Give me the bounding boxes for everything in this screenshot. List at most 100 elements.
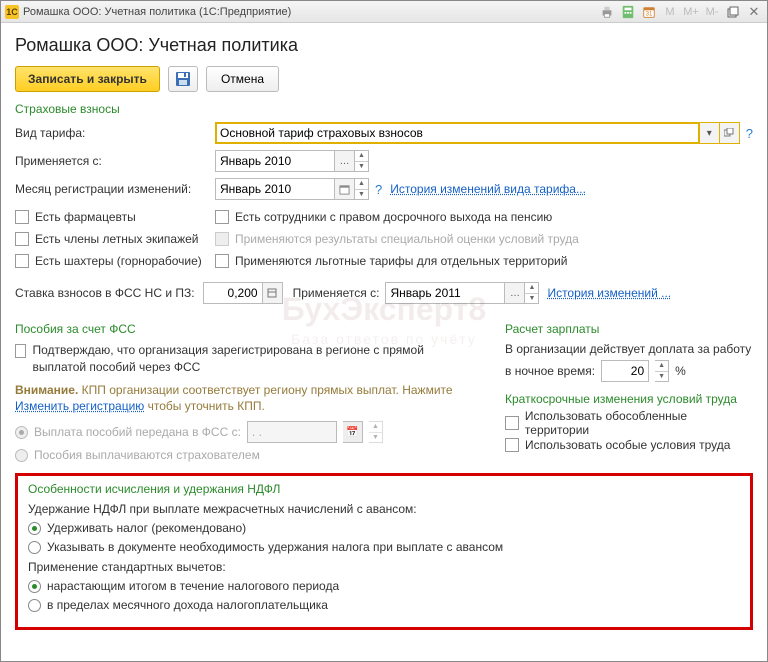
fss-applies-spinner[interactable]: ▲▼ <box>525 282 539 304</box>
night-spinner[interactable]: ▲▼ <box>655 360 669 382</box>
reg-month-spinner[interactable]: ▲▼ <box>355 178 369 200</box>
save-button[interactable] <box>168 66 198 92</box>
radio-monthly[interactable] <box>28 599 41 612</box>
tariff-input[interactable] <box>215 122 700 144</box>
applies-from-spinner[interactable]: ▲▼ <box>355 150 369 172</box>
svg-text:31: 31 <box>646 10 653 17</box>
chk-fss-confirm[interactable] <box>15 344 26 358</box>
app-window: 1C Ромашка ООО: Учетная политика (1С:Пре… <box>0 0 768 662</box>
insurance-section-title: Страховые взносы <box>15 102 753 116</box>
tariff-help[interactable]: ? <box>746 126 753 141</box>
radio-insurer-label: Пособия выплачиваются страхователем <box>34 448 260 462</box>
tariff-open-button[interactable] <box>720 122 740 144</box>
tariff-dropdown-button[interactable]: ▾ <box>700 122 720 144</box>
memory-mminus: M- <box>703 4 721 20</box>
tariff-label: Вид тарифа: <box>15 126 215 140</box>
chk-special-eval <box>215 232 229 246</box>
chk-isolated-label: Использовать обособленные территории <box>525 409 753 437</box>
fss-applies-picker[interactable]: … <box>505 282 525 304</box>
warn-suffix: чтобы уточнить КПП. <box>144 399 264 413</box>
cancel-button[interactable]: Отмена <box>206 66 279 92</box>
change-registration-link[interactable]: Изменить регистрацию <box>15 399 144 413</box>
chk-pharm[interactable] <box>15 210 29 224</box>
fss-rate-label: Ставка взносов в ФСС НС и ПЗ: <box>15 286 195 300</box>
chk-isolated[interactable] <box>505 416 519 430</box>
chk-early-pension[interactable] <box>215 210 229 224</box>
radio-withhold[interactable] <box>28 522 41 535</box>
night-value-input[interactable] <box>601 360 649 382</box>
labor-section-title: Краткосрочные изменения условий труда <box>505 392 753 406</box>
memory-mplus: M+ <box>682 4 700 20</box>
applies-from-picker[interactable]: … <box>335 150 355 172</box>
warn-prefix: Внимание. <box>15 383 78 397</box>
chk-flight-label: Есть члены летных экипажей <box>35 232 198 246</box>
transferred-date-calendar: 📅 <box>343 421 363 443</box>
calendar-icon[interactable]: 31 <box>640 4 658 20</box>
reg-month-row: Месяц регистрации изменений: ▲▼ ? Истори… <box>15 178 753 200</box>
tariff-row: Вид тарифа: ▾ ? <box>15 122 753 144</box>
radio-cumulative-label: нарастающим итогом в течение налогового … <box>47 579 339 593</box>
content: Ромашка ООО: Учетная политика Записать и… <box>1 23 767 644</box>
night-text2: в ночное время: <box>505 364 595 378</box>
titlebar-actions: 31 M M+ M- ✕ <box>598 4 763 20</box>
chk-pref-tariffs[interactable] <box>215 254 229 268</box>
chk-special-cond-label: Использовать особые условия труда <box>525 438 730 452</box>
reg-month-calendar[interactable] <box>335 178 355 200</box>
insurance-flags: Есть фармацевты Есть члены летных экипаж… <box>15 206 753 272</box>
chk-fss-confirm-label: Подтверждаю, что организация зарегистрир… <box>32 342 475 376</box>
ndfl-box: Особенности исчисления и удержания НДФЛ … <box>15 473 753 630</box>
applies-from-label: Применяется с: <box>15 154 215 168</box>
radio-transferred <box>15 426 28 439</box>
two-col: Пособия за счет ФСС Подтверждаю, что орг… <box>15 316 753 467</box>
ndfl-section-title: Особенности исчисления и удержания НДФЛ <box>28 482 740 496</box>
chk-pharm-label: Есть фармацевты <box>35 210 136 224</box>
salary-section-title: Расчет зарплаты <box>505 322 753 336</box>
applies-from-row: Применяется с: … ▲▼ <box>15 150 753 172</box>
chk-special-eval-label: Применяются результаты специальной оценк… <box>235 232 579 246</box>
save-close-button[interactable]: Записать и закрыть <box>15 66 160 92</box>
toolbar: Записать и закрыть Отмена <box>15 66 753 92</box>
radio-transferred-label: Выплата пособий передана в ФСС с: <box>34 425 241 439</box>
chk-flight[interactable] <box>15 232 29 246</box>
window-title: Ромашка ООО: Учетная политика (1С:Предпр… <box>23 6 598 18</box>
app-icon: 1C <box>5 5 19 19</box>
print-icon[interactable] <box>598 4 616 20</box>
fss-rate-input[interactable] <box>203 282 263 304</box>
titlebar: 1C Ромашка ООО: Учетная политика (1С:Пре… <box>1 1 767 23</box>
calc-icon[interactable] <box>619 4 637 20</box>
fss-rate-calc[interactable] <box>263 282 283 304</box>
detach-icon[interactable] <box>724 4 742 20</box>
chk-special-cond[interactable] <box>505 438 519 452</box>
fss-rate-row: Ставка взносов в ФСС НС и ПЗ: Применяетс… <box>15 282 753 304</box>
tariff-history-link[interactable]: История изменений вида тарифа... <box>390 182 586 196</box>
radio-cumulative[interactable] <box>28 580 41 593</box>
page-title: Ромашка ООО: Учетная политика <box>15 35 753 56</box>
radio-withhold-label: Удерживать налог (рекомендовано) <box>47 521 246 535</box>
fss-benefits-title: Пособия за счет ФСС <box>15 322 475 336</box>
reg-month-help[interactable]: ? <box>375 182 382 197</box>
reg-month-label: Месяц регистрации изменений: <box>15 182 215 196</box>
radio-indicate-label: Указывать в документе необходимость удер… <box>47 540 503 554</box>
night-text1: В организации действует доплата за работ… <box>505 342 753 356</box>
chk-miners-label: Есть шахтеры (горнорабочие) <box>35 254 202 268</box>
chk-miners[interactable] <box>15 254 29 268</box>
radio-insurer <box>15 449 28 462</box>
radio-monthly-label: в пределах месячного дохода налогоплател… <box>47 598 328 612</box>
memory-m: M <box>661 4 679 20</box>
transferred-date-spinner: ▲▼ <box>369 421 383 443</box>
fss-warning: Внимание. КПП организации соответствует … <box>15 382 475 416</box>
night-pct: % <box>675 364 686 378</box>
fss-applies-label: Применяется с: <box>293 286 380 300</box>
fss-applies-input[interactable] <box>385 282 505 304</box>
deduct-label: Применение стандартных вычетов: <box>28 560 740 574</box>
applies-from-input[interactable] <box>215 150 335 172</box>
radio-indicate[interactable] <box>28 541 41 554</box>
close-icon[interactable]: ✕ <box>745 4 763 20</box>
warn-text: КПП организации соответствует региону пр… <box>78 383 452 397</box>
fss-history-link[interactable]: История изменений ... <box>547 286 671 300</box>
transferred-date-input <box>247 421 337 443</box>
withhold-label: Удержание НДФЛ при выплате межрасчетных … <box>28 502 740 516</box>
chk-pref-tariffs-label: Применяются льготные тарифы для отдельны… <box>235 254 567 268</box>
chk-early-pension-label: Есть сотрудники с правом досрочного выхо… <box>235 210 552 224</box>
reg-month-input[interactable] <box>215 178 335 200</box>
